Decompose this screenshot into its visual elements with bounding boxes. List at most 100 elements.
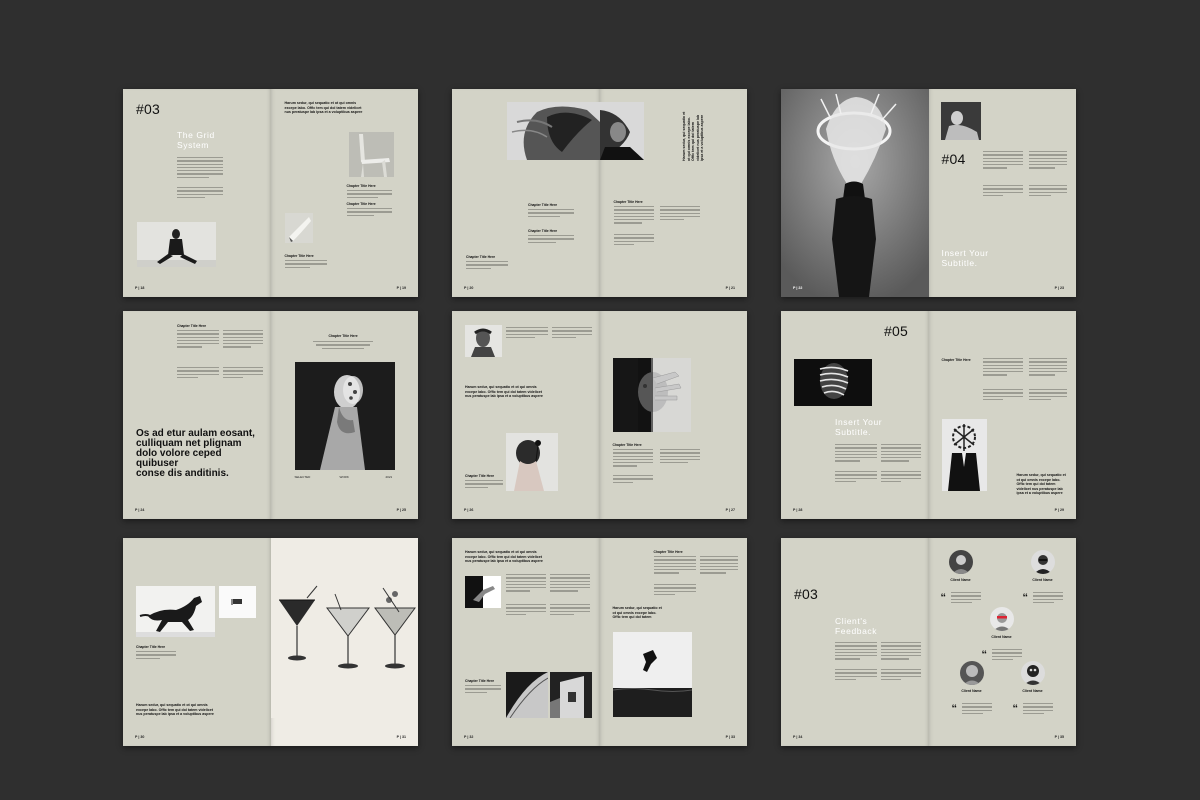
- page-24: Chapter Title Here Os ad etur aulam eosa…: [123, 311, 271, 519]
- text-block: [506, 604, 546, 616]
- chapter-heading: Chapter Title Here: [346, 184, 376, 188]
- page-35: Client Name “ Client Name “ Client Name …: [928, 538, 1076, 746]
- spread-hand-face[interactable]: Harum sedur, qui sequatio et ot qui omni…: [452, 311, 747, 519]
- chapter-heading: Chapter Title Here: [528, 203, 558, 207]
- chapter-number: #03: [794, 586, 818, 602]
- photo-halo-woman: [781, 89, 929, 297]
- photo-paper-fold: [284, 213, 313, 243]
- caption-work: WORK: [339, 475, 349, 479]
- client-name: Client Name: [950, 578, 971, 582]
- photo-man-in-suit: [941, 419, 987, 491]
- page-number: P | 30: [135, 735, 145, 739]
- title-line-2: System: [177, 140, 209, 150]
- chapter-heading: Chapter Title Here: [177, 324, 207, 328]
- text-block: [881, 471, 921, 483]
- text-block: [223, 367, 263, 379]
- photo-black-white-hand: [465, 576, 501, 608]
- testimonial-text: [991, 649, 1022, 661]
- text-block: [982, 358, 1023, 376]
- intro-paragraph: Harum sedur, qui sequatio et ot qui omni…: [284, 101, 363, 115]
- text-block: [528, 209, 574, 217]
- avatar: [989, 607, 1014, 631]
- page-number: P | 25: [396, 508, 406, 512]
- spread-hair-portrait[interactable]: Chapter Title Here Chapter Title Here Ch…: [452, 89, 747, 297]
- page-30: Chapter Title Here Harum sedur, qui sequ…: [123, 538, 271, 746]
- avatar: [1030, 550, 1055, 574]
- text-block: [177, 157, 223, 179]
- spread-halo-figure[interactable]: P | 22 #04 Insert Your Subtitle. P | 23: [781, 89, 1076, 297]
- photo-diver-sea: [612, 632, 692, 717]
- photo-striped-light-face: [794, 359, 872, 406]
- page-31: P | 31: [270, 538, 418, 746]
- pull-quote: Os ad etur aulam eosant, culliquam net p…: [136, 428, 255, 479]
- layout-showcase: #03 The Grid System P | 18 Harum sedur, …: [0, 0, 1200, 800]
- photo-arch-building: [550, 672, 592, 718]
- chapter-heading: Chapter Title Here: [328, 334, 358, 338]
- text-block: [835, 669, 877, 681]
- closing-paragraph: Harum sedur, qui sequatio et ot qui omni…: [1016, 473, 1066, 496]
- page-19: Harum sedur, qui sequatio et ot qui omni…: [270, 89, 418, 297]
- testimonial-text: [1022, 703, 1053, 715]
- side-paragraph: Harum sedur, qui sequatio et ot qui omni…: [612, 606, 662, 620]
- avatar: [959, 661, 984, 685]
- chapter-heading: Chapter Title Here: [653, 550, 683, 554]
- spread-client-feedback[interactable]: #03 Client's Feedback P | 34 Client Name…: [781, 538, 1076, 746]
- text-block: [346, 208, 392, 216]
- page-25: Chapter Title Here SELECTED WORK 2021 P …: [270, 311, 418, 519]
- text-block: [223, 330, 263, 348]
- photo-small-object: [219, 586, 256, 618]
- intro-paragraph: Harum sedur, qui sequatio et ot qui omni…: [465, 385, 543, 399]
- text-block: [552, 327, 592, 339]
- client-name: Client Name: [1022, 689, 1043, 693]
- avatar: [1020, 661, 1045, 685]
- page-29: Chapter Title Here Harum sedur, qui sequ…: [928, 311, 1076, 519]
- page-23: #04 Insert Your Subtitle. P | 23: [928, 89, 1076, 297]
- text-block: [506, 327, 548, 339]
- photo-running-horse: [136, 586, 215, 637]
- subtitle-line-2: Subtitle.: [941, 258, 978, 268]
- spread-horse-cocktails[interactable]: Chapter Title Here Harum sedur, qui sequ…: [123, 538, 418, 746]
- text-block: [528, 235, 574, 243]
- chapter-heading: Chapter Title Here: [528, 229, 558, 233]
- quote-mark-icon: “: [1012, 703, 1019, 715]
- page-34: #03 Client's Feedback P | 34: [781, 538, 929, 746]
- chapter-heading: Chapter Title Here: [941, 358, 971, 362]
- page-number: P | 29: [1054, 508, 1064, 512]
- photo-hair-motion-right: [599, 102, 644, 160]
- text-block: [982, 389, 1023, 401]
- page-number: P | 27: [725, 508, 735, 512]
- testimonial-text: [950, 592, 981, 604]
- page-number: P | 35: [1054, 735, 1064, 739]
- testimonial-text: [961, 703, 992, 715]
- caption-selected: SELECTED: [294, 475, 311, 479]
- spread-grid-system[interactable]: #03 The Grid System P | 18 Harum sedur, …: [123, 89, 418, 297]
- text-block: [312, 341, 373, 349]
- text-block: [613, 234, 654, 246]
- page-number: P | 33: [725, 735, 735, 739]
- photo-seated-woman: [137, 222, 216, 267]
- page-number: P | 34: [793, 735, 803, 739]
- spread-quote-portrait[interactable]: Chapter Title Here Os ad etur aulam eosa…: [123, 311, 418, 519]
- page-number: P | 26: [464, 508, 474, 512]
- page-number: P | 19: [396, 286, 406, 290]
- quote-mark-icon: “: [940, 592, 947, 604]
- chapter-number: #03: [136, 101, 160, 117]
- chapter-heading: Chapter Title Here: [136, 645, 166, 649]
- text-block: [177, 330, 219, 348]
- photo-hair-motion-left: [507, 102, 600, 160]
- chapter-heading: Chapter Title Here: [612, 443, 642, 447]
- spread-architecture[interactable]: Harum sedur, qui sequatio et ot qui omni…: [452, 538, 747, 746]
- page-number: P | 32: [464, 735, 474, 739]
- page-number: P | 22: [793, 286, 803, 290]
- page-28: #05 Insert Your Subtitle. P | 28: [781, 311, 929, 519]
- spread-subtitle-05[interactable]: #05 Insert Your Subtitle. P | 28 Chapter…: [781, 311, 1076, 519]
- text-block: [613, 206, 654, 224]
- page-number: P | 24: [135, 508, 145, 512]
- page-26: Harum sedur, qui sequatio et ot qui omni…: [452, 311, 600, 519]
- caption-year: 2021: [385, 475, 393, 479]
- page-number: P | 21: [725, 286, 735, 290]
- text-block: [653, 584, 696, 596]
- page-32: Harum sedur, qui sequatio et ot qui omni…: [452, 538, 600, 746]
- vertical-paragraph: Harum sedur, qui sequatio et ot qui omni…: [681, 111, 704, 161]
- page-number: P | 31: [396, 735, 406, 739]
